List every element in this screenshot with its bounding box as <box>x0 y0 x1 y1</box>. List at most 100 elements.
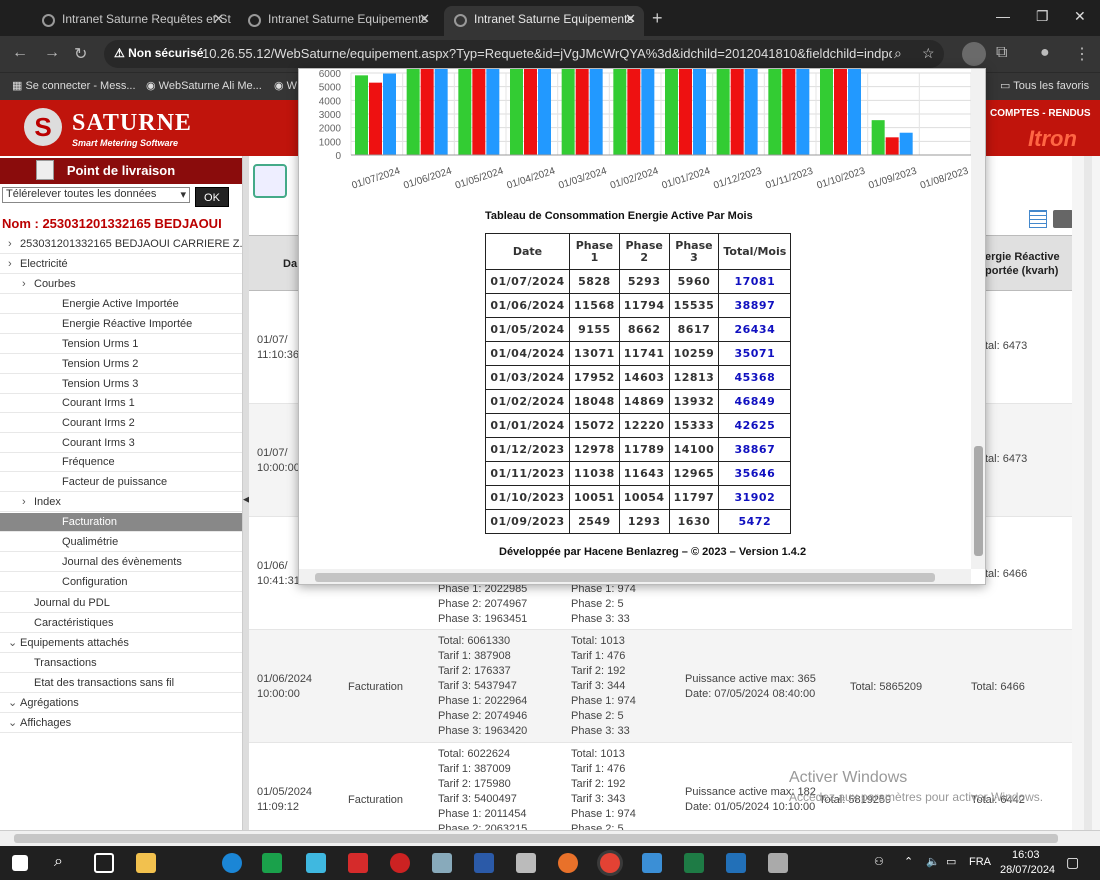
clock-time[interactable]: 16:03 <box>1012 849 1040 861</box>
sidebar-item[interactable]: Energie Réactive Importée <box>0 315 242 334</box>
sidebar-item[interactable]: Tension Urms 2 <box>0 355 242 374</box>
close-tab-icon[interactable]: ✕ <box>625 11 636 27</box>
calculator-icon[interactable] <box>516 853 536 873</box>
sidebar-item[interactable]: Energie Active Importée <box>0 295 242 314</box>
cell-p3: 8617 <box>668 317 720 342</box>
bar <box>510 69 523 155</box>
close-window-icon[interactable]: ✕ <box>1074 8 1086 25</box>
address-bar[interactable]: ⚠ Non sécurisé 10.26.55.12/WebSaturne/eq… <box>104 40 944 68</box>
not-secure-indicator[interactable]: ⚠ Non sécurisé <box>114 46 203 60</box>
close-tab-icon[interactable]: ✕ <box>213 11 224 27</box>
media-icon[interactable] <box>726 853 746 873</box>
profile-icon[interactable]: ● <box>1040 44 1050 62</box>
notification-icon[interactable]: ▢ <box>1066 854 1079 871</box>
bookmark-1[interactable]: ▦ Se connecter - Mess... <box>12 79 136 92</box>
task-view-icon[interactable] <box>94 853 114 873</box>
word-icon[interactable] <box>474 853 494 873</box>
chrome-icon[interactable] <box>600 853 620 873</box>
sidebar-item[interactable]: › Index <box>0 493 242 512</box>
grid-view-icon[interactable] <box>1029 210 1047 228</box>
sidebar-item[interactable]: Qualimétrie <box>0 533 242 552</box>
browser-tab-3[interactable]: Intranet Saturne Equipements ✕ <box>444 6 644 36</box>
y-tick-label: 0 <box>335 151 341 162</box>
sidebar-item[interactable]: Journal des évènements <box>0 553 242 572</box>
bookmark-2[interactable]: ◉ WebSaturne Ali Me... <box>146 79 262 92</box>
sidebar-item[interactable]: Facteur de puissance <box>0 473 242 492</box>
sidebar-item[interactable]: › Electricité <box>0 255 242 274</box>
ok-button[interactable]: OK <box>195 187 229 207</box>
menu-icon[interactable]: ⋮ <box>1074 44 1090 64</box>
rdp-icon[interactable] <box>642 853 662 873</box>
new-tab-icon[interactable]: + <box>652 8 663 29</box>
sidebar-item[interactable]: Etat des transactions sans fil <box>0 674 242 693</box>
search-icon[interactable]: ⌕ <box>54 853 74 873</box>
browser-tab-1[interactable]: Intranet Saturne Requêtes et St ✕ <box>32 6 232 36</box>
extension-icon[interactable] <box>962 42 986 66</box>
comptes-rendus-link[interactable]: COMPTES - RENDUS <box>990 108 1091 119</box>
app-green-icon[interactable] <box>262 853 282 873</box>
bookmark-star-icon[interactable]: ☆ <box>922 45 935 62</box>
sidebar-item[interactable]: ⌄ Affichages <box>0 714 242 733</box>
sidebar-item[interactable]: Journal du PDL <box>0 594 242 613</box>
sidebar-item[interactable]: Facturation <box>0 513 242 532</box>
volume-icon[interactable]: 🔈 <box>926 855 940 868</box>
people-icon[interactable]: ⚇ <box>874 855 884 868</box>
app-circle-icon[interactable] <box>390 853 410 873</box>
cell-total: 42625 <box>718 413 792 438</box>
report-icon[interactable] <box>253 164 287 198</box>
minimize-icon[interactable]: — <box>996 8 1010 24</box>
windows-start-icon[interactable] <box>12 855 28 871</box>
back-icon[interactable]: ← <box>12 44 28 62</box>
bookmark-3[interactable]: ◉ W <box>274 79 297 92</box>
paint-icon[interactable] <box>768 853 788 873</box>
sidebar-item[interactable]: Courant Irms 2 <box>0 414 242 433</box>
excel-icon[interactable] <box>684 853 704 873</box>
clock-date[interactable]: 28/07/2024 <box>1000 864 1055 876</box>
forward-icon[interactable]: → <box>44 44 60 62</box>
page-horizontal-scrollbar[interactable] <box>0 830 1100 846</box>
sidebar-item[interactable]: Transactions <box>0 654 242 673</box>
puzzle-icon[interactable]: ⧉ <box>996 44 1007 62</box>
app-cyan-icon[interactable] <box>306 853 326 873</box>
print-icon[interactable] <box>1053 210 1072 228</box>
zoom-icon[interactable]: ⌕ <box>894 45 902 62</box>
network-app-icon[interactable] <box>432 853 452 873</box>
popup-hscroll-thumb[interactable] <box>315 573 935 582</box>
sidebar-item[interactable]: Configuration <box>0 573 242 592</box>
restore-icon[interactable]: ❐ <box>1036 8 1049 25</box>
sidebar-item-label: Agrégations <box>20 697 79 709</box>
sidebar-item[interactable]: Courant Irms 3 <box>0 434 242 453</box>
sidebar-item[interactable]: Courant Irms 1 <box>0 394 242 413</box>
sidebar-item[interactable]: ⌄ Equipements attachés <box>0 634 242 653</box>
page-vertical-scrollbar[interactable] <box>1072 156 1100 830</box>
row-reactive: tal: 6466 <box>985 568 1028 580</box>
popup-scroll-thumb[interactable] <box>974 446 983 556</box>
language-indicator[interactable]: FRA <box>969 856 991 868</box>
reload-icon[interactable]: ↻ <box>74 44 87 64</box>
sidebar-item[interactable]: ⌄ Agrégations <box>0 694 242 713</box>
firefox-icon[interactable] <box>558 853 578 873</box>
network-icon[interactable]: ▭ <box>946 855 956 868</box>
cell-total: 31902 <box>718 485 792 510</box>
col-phase2-header: Phase 2 <box>618 233 670 270</box>
sidebar-item-label: Courant Irms 1 <box>62 397 135 409</box>
sidebar-item[interactable]: › 253031201332165 BEDJAOUI CARRIERE Z.IND <box>0 235 262 254</box>
cell-p2: 5293 <box>618 269 670 294</box>
app-red-icon[interactable] <box>348 853 368 873</box>
all-bookmarks[interactable]: ▭ Tous les favoris <box>1000 79 1089 92</box>
url-text[interactable]: 10.26.55.12/WebSaturne/equipement.aspx?T… <box>202 46 892 61</box>
sidebar-item[interactable]: Caractéristiques <box>0 614 242 633</box>
row-date: 01/07/ 10:00:00 <box>257 447 300 474</box>
file-explorer-icon[interactable] <box>136 853 156 873</box>
sidebar-item[interactable]: › Courbes <box>0 275 242 294</box>
scroll-thumb[interactable] <box>14 834 1058 843</box>
close-tab-icon[interactable]: ✕ <box>419 11 430 27</box>
sidebar-item[interactable]: Tension Urms 1 <box>0 335 242 354</box>
bar <box>768 69 782 155</box>
tray-up-icon[interactable]: ⌃ <box>904 855 913 868</box>
sidebar-item[interactable]: Tension Urms 3 <box>0 375 242 394</box>
edge-icon[interactable] <box>222 853 242 873</box>
action-select[interactable]: Télérelever toutes les données ▾ <box>2 187 190 203</box>
sidebar-item[interactable]: Fréquence <box>0 453 242 472</box>
browser-tab-2[interactable]: Intranet Saturne Equipements ✕ <box>238 6 438 36</box>
